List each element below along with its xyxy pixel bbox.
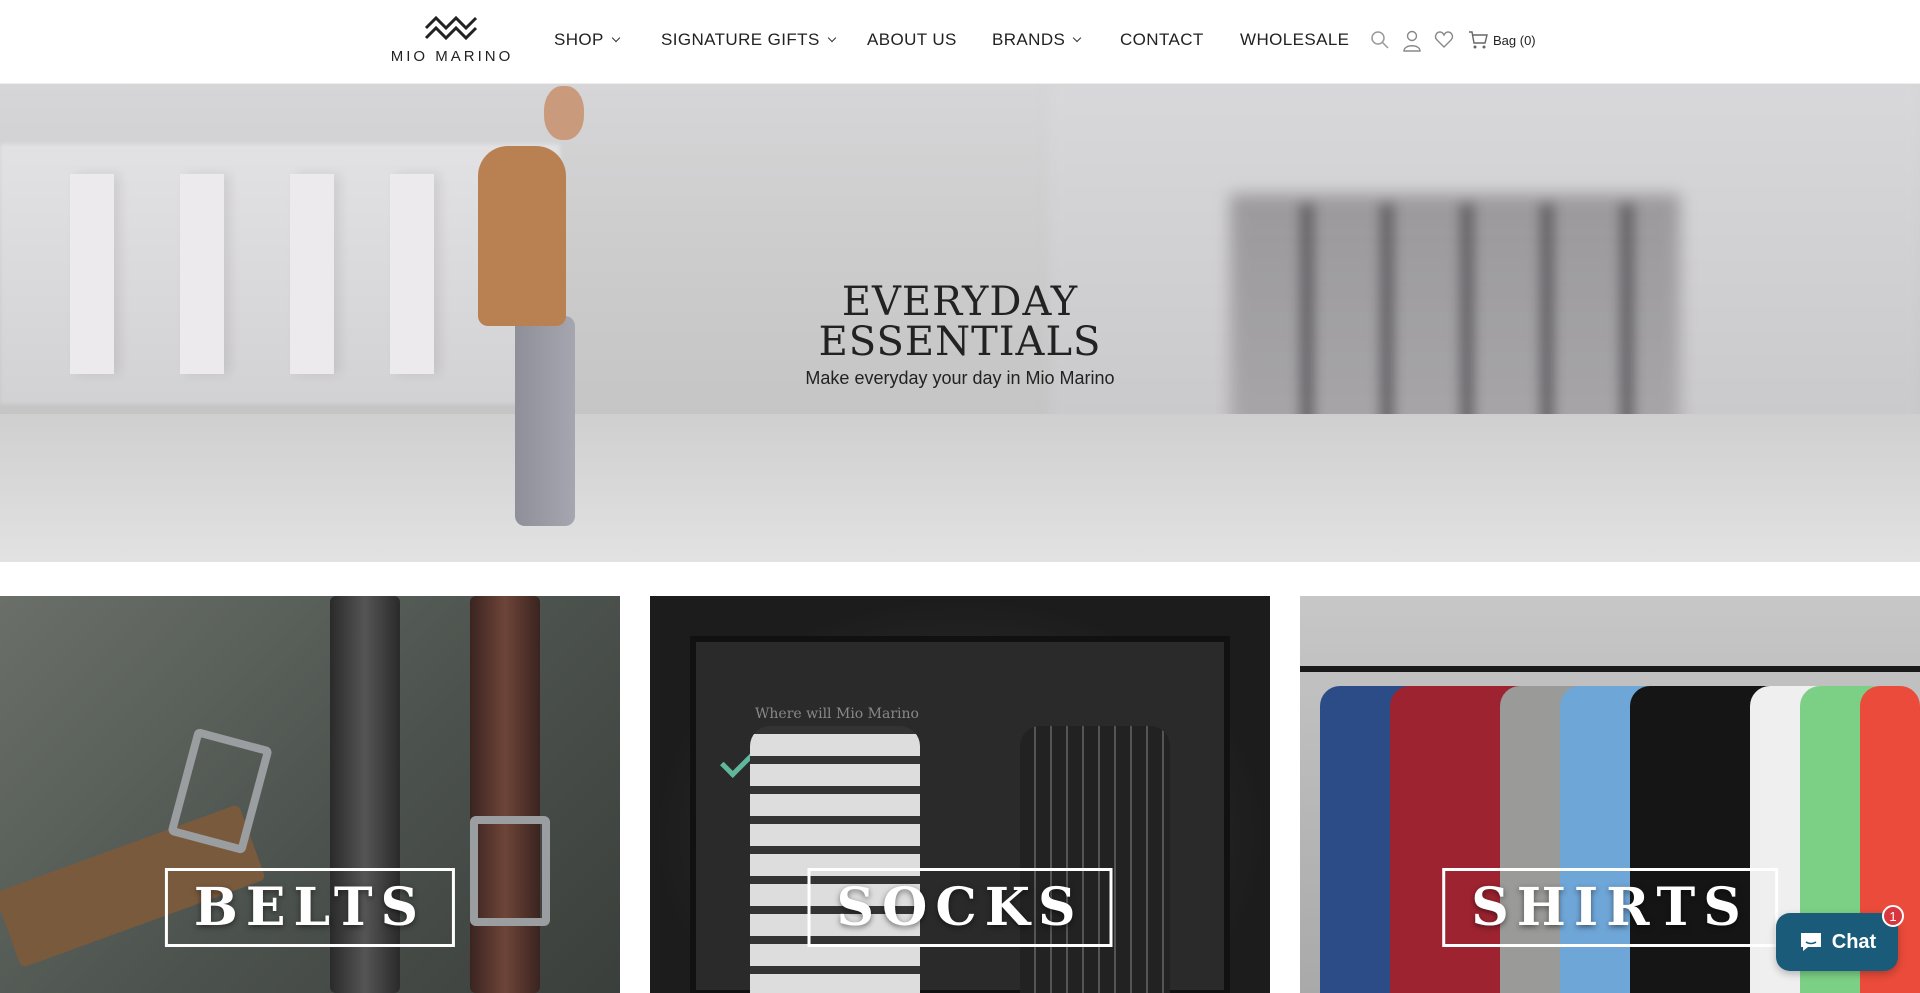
- sock: [750, 726, 920, 993]
- nav-label: CONTACT: [1120, 30, 1204, 49]
- hero-pillar: [70, 174, 114, 374]
- category-label: SHIRTS: [1442, 868, 1778, 947]
- site-header: MIO MARINO SHOP SIGNATURE GIFTS ABOUT US…: [0, 0, 1920, 84]
- chevron-down-icon: [827, 33, 836, 43]
- nav-label: SIGNATURE GIFTS: [661, 30, 820, 49]
- chat-button[interactable]: Chat: [1776, 913, 1898, 971]
- brand-logo[interactable]: MIO MARINO: [386, 14, 518, 70]
- nav-label: BRANDS: [992, 30, 1066, 49]
- category-belts[interactable]: BELTS: [0, 596, 620, 993]
- nav-shop[interactable]: SHOP: [554, 30, 621, 50]
- brand-name: MIO MARINO: [390, 48, 514, 65]
- belt-buckle: [167, 727, 273, 855]
- model-head: [544, 86, 584, 140]
- chevron-down-icon: [611, 33, 621, 43]
- cart-label: Bag (0): [1493, 32, 1536, 48]
- nav-about-us[interactable]: ABOUT US: [867, 30, 957, 50]
- hero-title-line2: ESSENTIALS: [818, 319, 1102, 365]
- search-icon[interactable]: [1370, 30, 1392, 52]
- model-legs: [515, 316, 575, 526]
- cart-icon: [1469, 31, 1488, 49]
- cart-button[interactable]: Bag (0): [1468, 30, 1536, 50]
- nav-label: WHOLESALE: [1240, 30, 1350, 49]
- hero-pillar: [290, 174, 334, 374]
- belt-buckle: [470, 816, 550, 926]
- chat-bubble-icon: [1800, 933, 1821, 951]
- hero-title-line1: EVERYDAY: [841, 279, 1079, 325]
- nav-signature-gifts[interactable]: SIGNATURE GIFTS: [661, 30, 836, 50]
- hero-pillar: [390, 174, 434, 374]
- chat-notification-badge: 1: [1882, 905, 1904, 927]
- nav-wholesale[interactable]: WHOLESALE: [1240, 30, 1349, 50]
- account-icon[interactable]: [1402, 30, 1424, 52]
- hero-banner[interactable]: EVERYDAY ESSENTIALS Make everyday your d…: [0, 84, 1920, 562]
- hero-title: EVERYDAY ESSENTIALS: [760, 282, 1160, 362]
- sock: [1020, 726, 1170, 993]
- nav-brands[interactable]: BRANDS: [992, 30, 1082, 50]
- model-coat: [478, 146, 566, 326]
- gift-box-text: Where will Mio Marino: [755, 706, 919, 722]
- clothing-rail: [1300, 666, 1920, 672]
- nav-label: ABOUT US: [867, 30, 957, 49]
- wishlist-icon[interactable]: [1434, 30, 1456, 52]
- nav-contact[interactable]: CONTACT: [1120, 30, 1204, 50]
- category-label: BELTS: [164, 868, 456, 947]
- hero-subtitle: Make everyday your day in Mio Marino: [805, 368, 1115, 388]
- category-socks[interactable]: Where will Mio Marino SOCKS: [650, 596, 1270, 993]
- hero-pillar: [180, 174, 224, 374]
- chat-label: Chat: [1831, 930, 1877, 953]
- category-label: SOCKS: [807, 868, 1113, 947]
- hero-ground: [0, 414, 1920, 562]
- logo-mark-icon: [424, 15, 478, 41]
- chevron-down-icon: [1073, 33, 1082, 43]
- belt-strap: [470, 596, 540, 993]
- nav-label: SHOP: [554, 30, 604, 49]
